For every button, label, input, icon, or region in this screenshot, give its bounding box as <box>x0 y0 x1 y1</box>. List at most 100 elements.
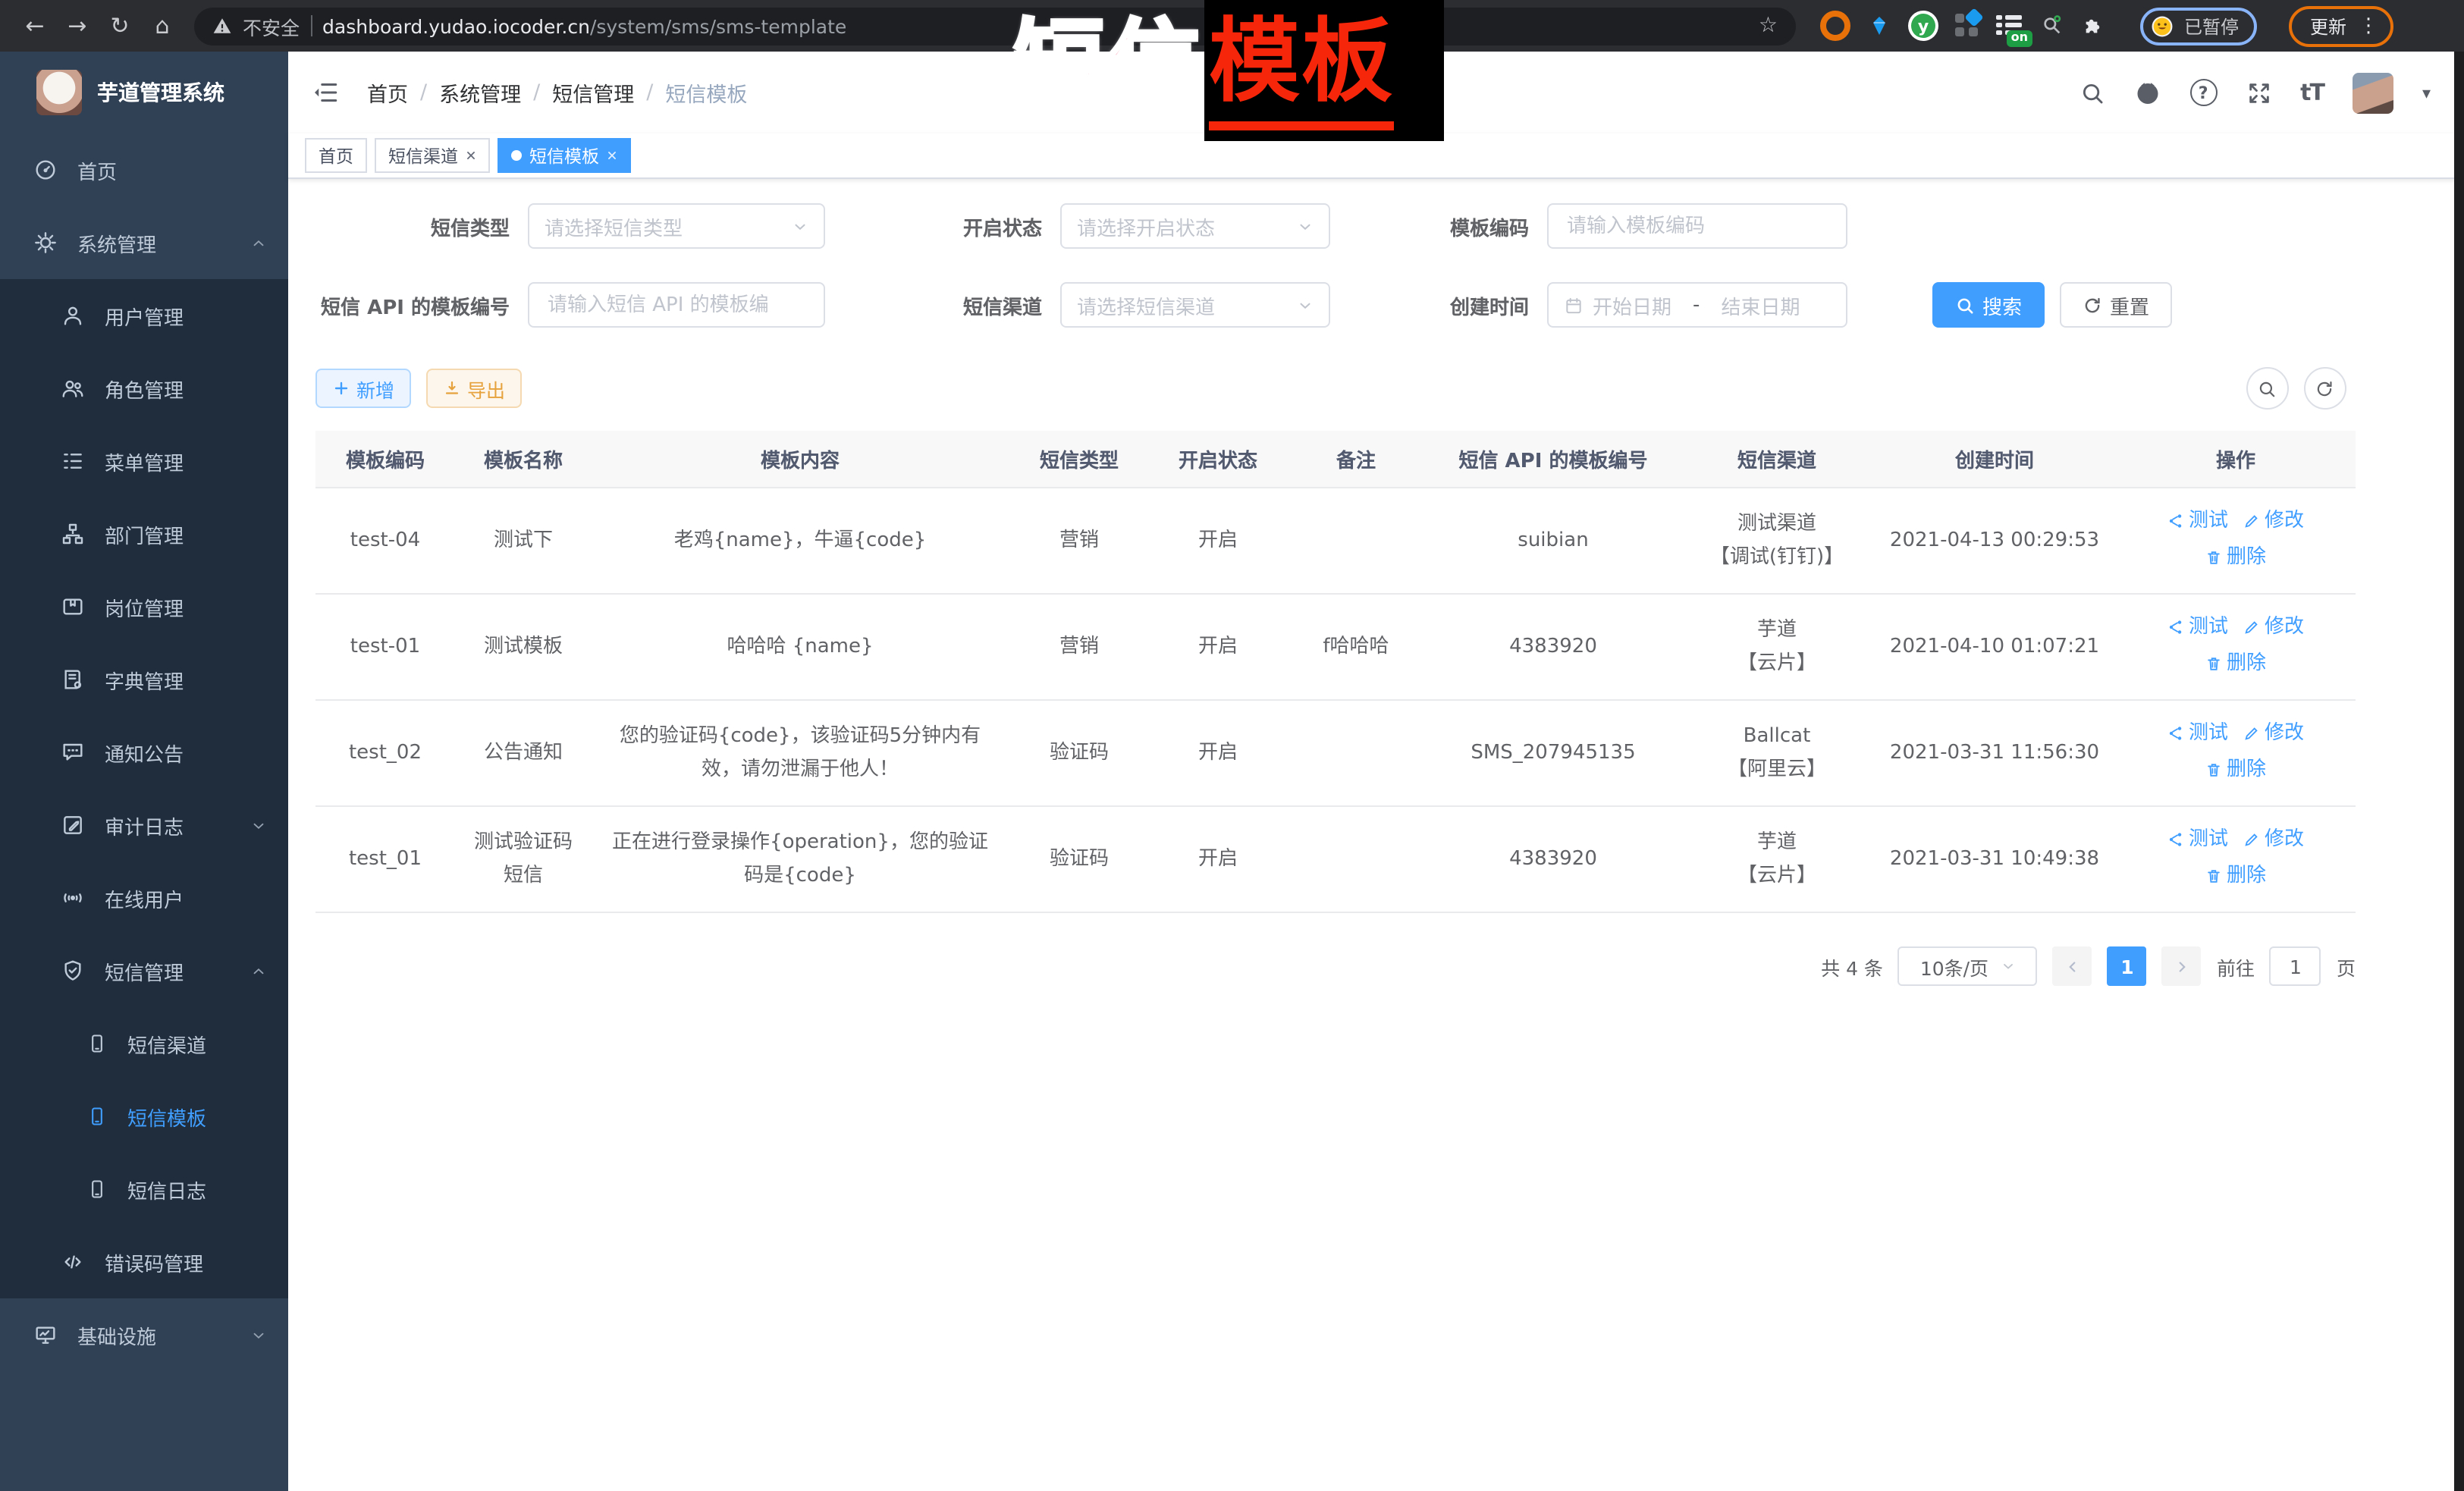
delete-action-link[interactable]: 删除 <box>2205 859 2266 892</box>
sidebar-item-home[interactable]: 首页 <box>0 133 288 206</box>
browser-update-menu-button[interactable]: 更新 ⋮ <box>2289 5 2393 46</box>
prev-page-button[interactable] <box>2053 946 2092 986</box>
browser-home-button[interactable]: ⌂ <box>143 6 182 46</box>
sidebar-item-sms-log[interactable]: 短信日志 <box>0 1153 288 1226</box>
delete-action-link[interactable]: 删除 <box>2205 647 2266 680</box>
extension-gem-icon[interactable] <box>1867 14 1891 38</box>
address-bar[interactable]: 不安全 dashboard.yudao.iocoder.cn/system/sm… <box>194 7 1796 45</box>
sidebar-item-online-users[interactable]: 在线用户 <box>0 862 288 934</box>
sidebar-item-sms-channel[interactable]: 短信渠道 <box>0 1007 288 1080</box>
cell-code: test-04 <box>315 488 455 594</box>
browser-profile-chip[interactable]: 已暂停 <box>2140 7 2257 45</box>
tab-home[interactable]: 首页 <box>305 138 367 173</box>
tab-sms-channel[interactable]: 短信渠道 <box>375 138 490 173</box>
url-host: dashboard.yudao.iocoder.cn <box>322 14 590 37</box>
sidebar-item-error-codes[interactable]: 错误码管理 <box>0 1226 288 1298</box>
api-template-id-input[interactable] <box>545 292 808 318</box>
test-action-link[interactable]: 测试 <box>2167 611 2228 644</box>
sidebar-item-label: 短信日志 <box>127 1175 206 1204</box>
extension-grid-icon[interactable] <box>1955 14 1979 38</box>
sidebar-item-audit-logs[interactable]: 审计日志 <box>0 789 288 862</box>
export-button[interactable]: 导出 <box>426 369 522 408</box>
avatar-caret-icon[interactable]: ▾ <box>2422 83 2431 102</box>
template-code-input[interactable] <box>1564 213 1831 239</box>
browser-reload-button[interactable]: ↻ <box>100 6 140 46</box>
cell-created: 2021-03-31 10:49:38 <box>1873 806 2116 912</box>
edit-action-link[interactable]: 修改 <box>2243 824 2304 856</box>
create-time-range-picker[interactable]: 开始日期 - 结束日期 <box>1547 282 1847 328</box>
reset-button[interactable]: 重置 <box>2060 282 2172 328</box>
page-scrollbar[interactable] <box>2453 52 2464 1491</box>
tab-sms-template[interactable]: 短信模板 <box>498 138 631 173</box>
sms-type-select[interactable]: 请选择短信类型 <box>528 203 825 249</box>
current-page-button[interactable]: 1 <box>2108 946 2147 986</box>
cell-created: 2021-04-10 01:07:21 <box>1873 594 2116 700</box>
extension-y-icon[interactable]: y <box>1908 11 1938 41</box>
refresh-table-button[interactable] <box>2303 367 2346 410</box>
extension-list-icon[interactable]: on <box>1996 14 2023 38</box>
breadcrumb-item[interactable]: 首页 <box>367 77 408 108</box>
edit-action-link[interactable]: 修改 <box>2243 611 2304 644</box>
cell-name: 公告通知 <box>455 700 592 806</box>
sidebar-item-posts[interactable]: 岗位管理 <box>0 570 288 643</box>
breadcrumb-item[interactable]: 短信管理 <box>552 77 634 108</box>
show-search-button[interactable] <box>2246 367 2288 410</box>
bookmark-star-icon[interactable]: ☆ <box>1759 14 1778 38</box>
close-icon[interactable] <box>607 150 617 161</box>
sidebar-item-roles[interactable]: 角色管理 <box>0 352 288 425</box>
sidebar-item-label: 错误码管理 <box>105 1248 203 1276</box>
sidebar-item-sms-management[interactable]: 短信管理 <box>0 934 288 1007</box>
font-size-icon[interactable]: tT <box>2300 79 2324 106</box>
avatar[interactable] <box>2353 72 2393 113</box>
browser-back-button[interactable]: ← <box>15 6 55 46</box>
search-icon <box>2257 378 2277 398</box>
test-action-link[interactable]: 测试 <box>2167 824 2228 856</box>
security-status-label[interactable]: 不安全 <box>243 11 300 40</box>
sidebar-item-menus[interactable]: 菜单管理 <box>0 425 288 498</box>
status-select[interactable]: 请选择开启状态 <box>1060 203 1330 249</box>
sidebar-item-infrastructure[interactable]: 基础设施 <box>0 1298 288 1371</box>
sidebar-item-dictionary[interactable]: 字典管理 <box>0 643 288 716</box>
extension-ring-icon[interactable] <box>1820 11 1850 41</box>
test-action-link[interactable]: 测试 <box>2167 505 2228 538</box>
extension-magnifier-icon[interactable] <box>2040 14 2064 38</box>
edit-action-link[interactable]: 修改 <box>2243 505 2304 538</box>
breadcrumb-item[interactable]: 系统管理 <box>439 77 521 108</box>
app-logo-row[interactable]: 芋道管理系统 <box>0 52 288 133</box>
edit-action-link[interactable]: 修改 <box>2243 717 2304 750</box>
browser-forward-button[interactable]: → <box>58 6 97 46</box>
sidebar-item-sms-template[interactable]: 短信模板 <box>0 1080 288 1153</box>
fullscreen-icon[interactable] <box>2246 80 2271 105</box>
test-action-link[interactable]: 测试 <box>2167 717 2228 750</box>
channel-name: 测试渠道 <box>1693 508 1861 541</box>
cell-status: 开启 <box>1150 700 1286 806</box>
channel-select[interactable]: 请选择短信渠道 <box>1060 282 1330 328</box>
url-text[interactable]: dashboard.yudao.iocoder.cn/system/sms/sm… <box>322 14 846 37</box>
next-page-button[interactable] <box>2162 946 2202 986</box>
sidebar-item-departments[interactable]: 部门管理 <box>0 498 288 570</box>
sidebar-item-system[interactable]: 系统管理 <box>0 206 288 279</box>
delete-action-link[interactable]: 删除 <box>2205 753 2266 786</box>
page-size-select[interactable]: 10条/页 <box>1898 946 2038 986</box>
cell-content: 老鸡{name}，牛逼{code} <box>592 488 1009 594</box>
search-button[interactable]: 搜索 <box>1932 282 2045 328</box>
search-icon[interactable] <box>2079 80 2105 105</box>
help-icon[interactable]: ? <box>2189 79 2217 106</box>
delete-action-link[interactable]: 删除 <box>2205 541 2266 573</box>
sidebar-item-notices[interactable]: 通知公告 <box>0 716 288 789</box>
extensions-puzzle-icon[interactable] <box>2081 14 2105 38</box>
share-icon <box>2167 831 2184 848</box>
trash-icon <box>2205 654 2222 671</box>
goto-page-input[interactable] <box>2270 946 2321 986</box>
sms-template-table: 模板编码 模板名称 模板内容 短信类型 开启状态 备注 短信 API 的模板编号… <box>315 431 2356 913</box>
github-icon[interactable] <box>2133 79 2161 106</box>
chevron-left-icon <box>2064 958 2081 975</box>
sidebar-item-users[interactable]: 用户管理 <box>0 279 288 352</box>
book-icon <box>61 667 85 692</box>
sidebar-collapse-button[interactable] <box>306 73 346 112</box>
browser-toolbar: ← → ↻ ⌂ 不安全 dashboard.yudao.iocoder.cn/s… <box>0 0 2464 52</box>
sidebar-item-label: 用户管理 <box>105 301 184 330</box>
page-suffix-label: 页 <box>2337 952 2356 981</box>
close-icon[interactable] <box>466 150 476 161</box>
add-button[interactable]: 新增 <box>315 369 411 408</box>
